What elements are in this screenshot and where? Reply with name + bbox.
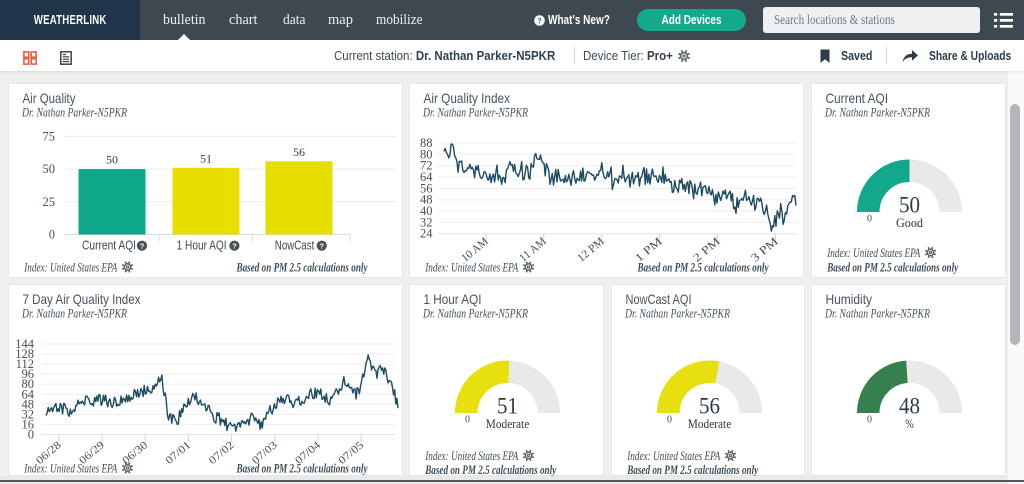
- svg-text:7 Day Air Quality Index: 7 Day Air Quality Index: [23, 291, 141, 307]
- svg-text:Dr. Nathan Parker-N5PKR: Dr. Nathan Parker-N5PKR: [824, 307, 930, 321]
- svg-text:Based on PM 2.5 calculations o: Based on PM 2.5 calculations only: [637, 261, 769, 275]
- svg-text:Index: United States EPA: Index: United States EPA: [626, 449, 720, 463]
- svg-text:Based on PM 2.5 calculations o: Based on PM 2.5 calculations only: [236, 261, 368, 275]
- svg-text:0: 0: [867, 214, 872, 225]
- svg-text:Dr. Nathan Parker-N5PKR: Dr. Nathan Parker-N5PKR: [624, 307, 730, 321]
- svg-text:0: 0: [667, 415, 672, 426]
- svg-text:Based on PM 2.5 calculations o: Based on PM 2.5 calculations only: [626, 463, 758, 476]
- svg-text:Based on PM 2.5 calculations o: Based on PM 2.5 calculations only: [826, 261, 958, 275]
- svg-text:Index: United States EPA: Index: United States EPA: [424, 261, 518, 275]
- svg-text:?: ?: [537, 15, 541, 25]
- svg-text:Current AQI: Current AQI: [826, 90, 889, 106]
- svg-text:75: 75: [43, 129, 56, 143]
- svg-text:NowCast AQI: NowCast AQI: [626, 291, 692, 307]
- svg-text:06/30: 06/30: [120, 439, 150, 467]
- svg-text:0: 0: [49, 228, 55, 242]
- svg-text:88: 88: [420, 136, 433, 150]
- svg-text:11 AM: 11 AM: [517, 236, 548, 265]
- svg-text:144: 144: [15, 337, 35, 351]
- svg-text:50: 50: [106, 153, 118, 167]
- svg-text:25: 25: [43, 195, 56, 209]
- svg-text:Moderate: Moderate: [688, 417, 732, 431]
- svg-text:Moderate: Moderate: [486, 417, 530, 431]
- svg-text:48: 48: [899, 394, 920, 419]
- svg-text:0: 0: [465, 415, 470, 426]
- svg-text:Based on PM 2.5 calculations o: Based on PM 2.5 calculations only: [236, 462, 368, 476]
- svg-text:Dr. Nathan Parker-N5PKR: Dr. Nathan Parker-N5PKR: [422, 307, 528, 321]
- svg-text:%: %: [905, 417, 914, 431]
- svg-text:Index: United States EPA: Index: United States EPA: [424, 449, 518, 463]
- svg-text:0: 0: [867, 415, 872, 426]
- svg-text:Based on PM 2.5 calculations o: Based on PM 2.5 calculations only: [424, 463, 556, 476]
- svg-text:50: 50: [899, 193, 920, 218]
- svg-text:Index: United States EPA: Index: United States EPA: [23, 261, 117, 275]
- svg-text:51: 51: [200, 151, 212, 165]
- svg-text:Humidity: Humidity: [826, 291, 873, 307]
- svg-text:1 Hour AQI: 1 Hour AQI: [177, 239, 227, 253]
- svg-text:Air Quality Index: Air Quality Index: [424, 90, 511, 106]
- svg-text:?: ?: [319, 242, 324, 251]
- svg-text:56: 56: [699, 394, 720, 419]
- svg-text:51: 51: [497, 394, 518, 419]
- svg-text:?: ?: [232, 242, 237, 251]
- svg-text:?: ?: [140, 242, 145, 251]
- svg-text:Index: United States EPA: Index: United States EPA: [826, 246, 920, 260]
- svg-text:12 PM: 12 PM: [575, 236, 606, 265]
- svg-text:07/01: 07/01: [163, 439, 193, 467]
- svg-text:Good: Good: [896, 216, 924, 230]
- svg-text:Dr. Nathan Parker-N5PKR: Dr. Nathan Parker-N5PKR: [824, 106, 930, 120]
- svg-text:1 Hour AQI: 1 Hour AQI: [424, 291, 482, 307]
- svg-text:Current AQI: Current AQI: [82, 239, 136, 253]
- svg-text:56: 56: [293, 145, 305, 159]
- svg-text:Dr. Nathan Parker-N5PKR: Dr. Nathan Parker-N5PKR: [21, 106, 127, 120]
- svg-text:Air Quality: Air Quality: [23, 90, 76, 106]
- svg-text:Index: United States EPA: Index: United States EPA: [23, 462, 117, 476]
- svg-text:Dr. Nathan Parker-N5PKR: Dr. Nathan Parker-N5PKR: [422, 106, 528, 120]
- svg-text:50: 50: [43, 162, 56, 176]
- svg-text:07/02: 07/02: [207, 439, 237, 467]
- svg-text:Dr. Nathan Parker-N5PKR: Dr. Nathan Parker-N5PKR: [21, 307, 127, 321]
- svg-text:NowCast: NowCast: [275, 239, 315, 253]
